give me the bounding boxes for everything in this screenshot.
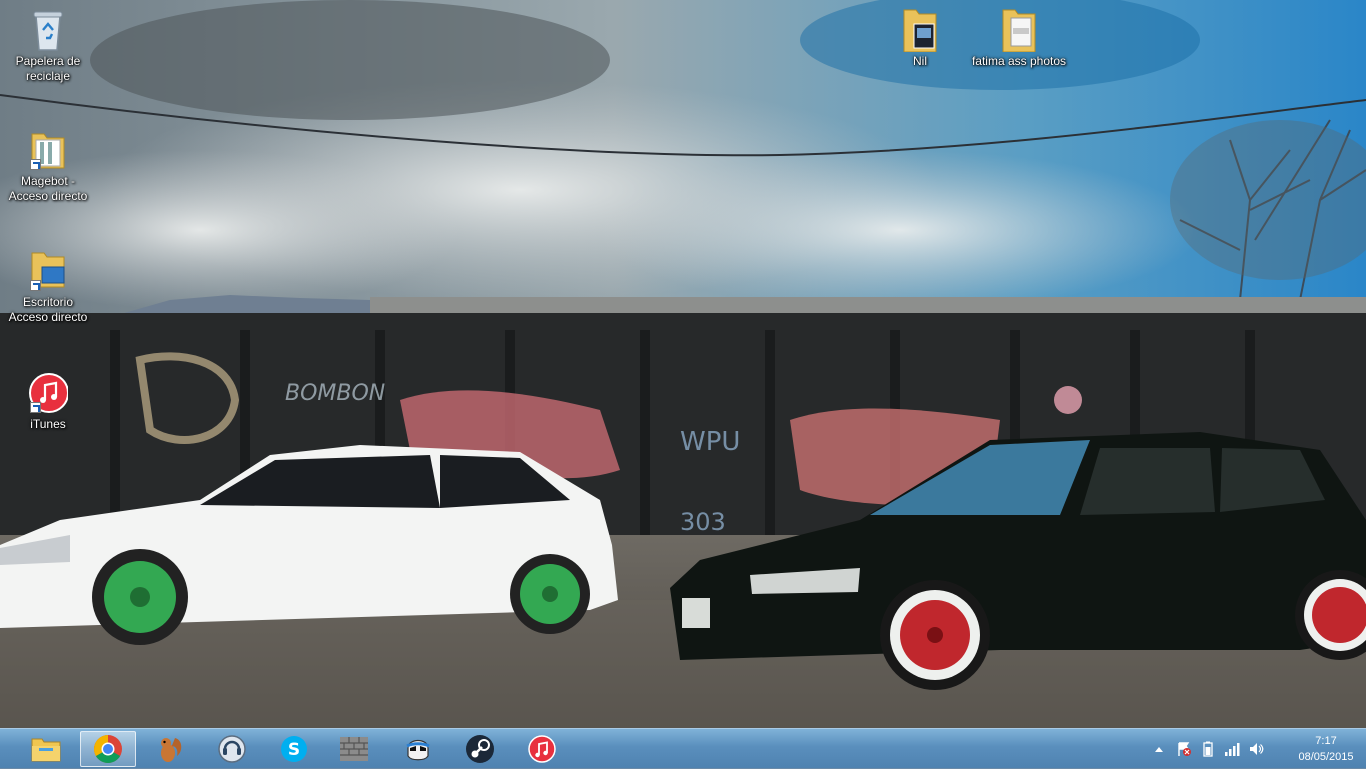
show-hidden-icons-chevron-icon[interactable] xyxy=(1152,741,1166,757)
svg-text:BOMBON: BOMBON xyxy=(285,381,385,406)
icon-label: Magebot - Acceso directo xyxy=(8,174,88,203)
teamspeak-icon xyxy=(218,735,246,763)
helmet-icon xyxy=(406,739,430,761)
svg-text:303: 303 xyxy=(680,508,726,536)
steam-icon xyxy=(466,735,494,763)
desktop-icon-fatima-ass-photos[interactable]: fatima ass photos xyxy=(970,8,1068,69)
brick-icon xyxy=(340,737,368,761)
itunes-icon xyxy=(28,371,69,415)
taskbar-button-itunes[interactable] xyxy=(514,731,570,767)
shortcut-arrow-icon xyxy=(30,159,41,170)
network-signal-icon[interactable] xyxy=(1224,741,1240,757)
squirrel-icon xyxy=(161,738,182,762)
taskbar-button-stormtrooper-app[interactable] xyxy=(390,731,446,767)
desktop-icon-nil[interactable]: Nil xyxy=(878,8,962,69)
shortcut-arrow-icon xyxy=(30,402,41,413)
taskbar: S 7:17 08/05/2015 xyxy=(0,728,1366,768)
taskbar-button-minecraft[interactable] xyxy=(326,731,382,767)
icon-label: Papelera de reciclaje xyxy=(15,54,81,83)
icon-label: Escritorio Acceso directo xyxy=(8,295,88,324)
recycle-bin-icon xyxy=(28,8,68,52)
desktop-wallpaper: BOMBON WPU 303 xyxy=(0,0,1366,728)
folder-icon xyxy=(31,738,61,762)
svg-text:WPU: WPU xyxy=(680,427,740,457)
desktop-icon-escritorio[interactable]: Escritorio Acceso directo xyxy=(6,249,90,325)
taskbar-button-teamspeak[interactable] xyxy=(204,731,260,767)
clock-date: 08/05/2015 xyxy=(1298,751,1354,763)
taskbar-button-chrome[interactable] xyxy=(80,731,136,767)
clock-time: 7:17 xyxy=(1315,735,1337,747)
folder-icon xyxy=(999,8,1039,53)
volume-speaker-icon[interactable] xyxy=(1248,741,1264,757)
svg-text:S: S xyxy=(288,740,300,760)
icon-label: fatima ass photos xyxy=(971,54,1067,68)
shortcut-arrow-icon xyxy=(30,280,41,291)
battery-icon[interactable] xyxy=(1200,741,1216,757)
icon-label: Nil xyxy=(913,54,927,68)
icon-label: iTunes xyxy=(30,417,66,431)
desktop-icon-recycle-bin[interactable]: Papelera de reciclaje xyxy=(6,8,90,84)
desktop-icon-itunes[interactable]: iTunes xyxy=(6,371,90,432)
skype-icon: S xyxy=(281,736,307,762)
wallpaper-art: BOMBON WPU 303 xyxy=(0,0,1366,728)
taskbar-clock[interactable]: 7:17 08/05/2015 xyxy=(1296,733,1356,765)
desktop-icon-magebot[interactable]: Magebot - Acceso directo xyxy=(6,128,90,204)
action-center-flag-icon[interactable] xyxy=(1176,741,1192,757)
itunes-icon xyxy=(528,735,556,763)
folder-icon xyxy=(28,249,68,293)
folder-icon xyxy=(28,128,68,172)
taskbar-button-file-explorer[interactable] xyxy=(18,731,74,767)
system-tray xyxy=(1152,729,1264,769)
chrome-icon xyxy=(94,735,122,763)
taskbar-button-squirrel-app[interactable] xyxy=(142,731,198,767)
folder-icon xyxy=(900,8,940,53)
taskbar-button-steam[interactable] xyxy=(452,731,508,767)
taskbar-button-skype[interactable]: S xyxy=(266,731,322,767)
